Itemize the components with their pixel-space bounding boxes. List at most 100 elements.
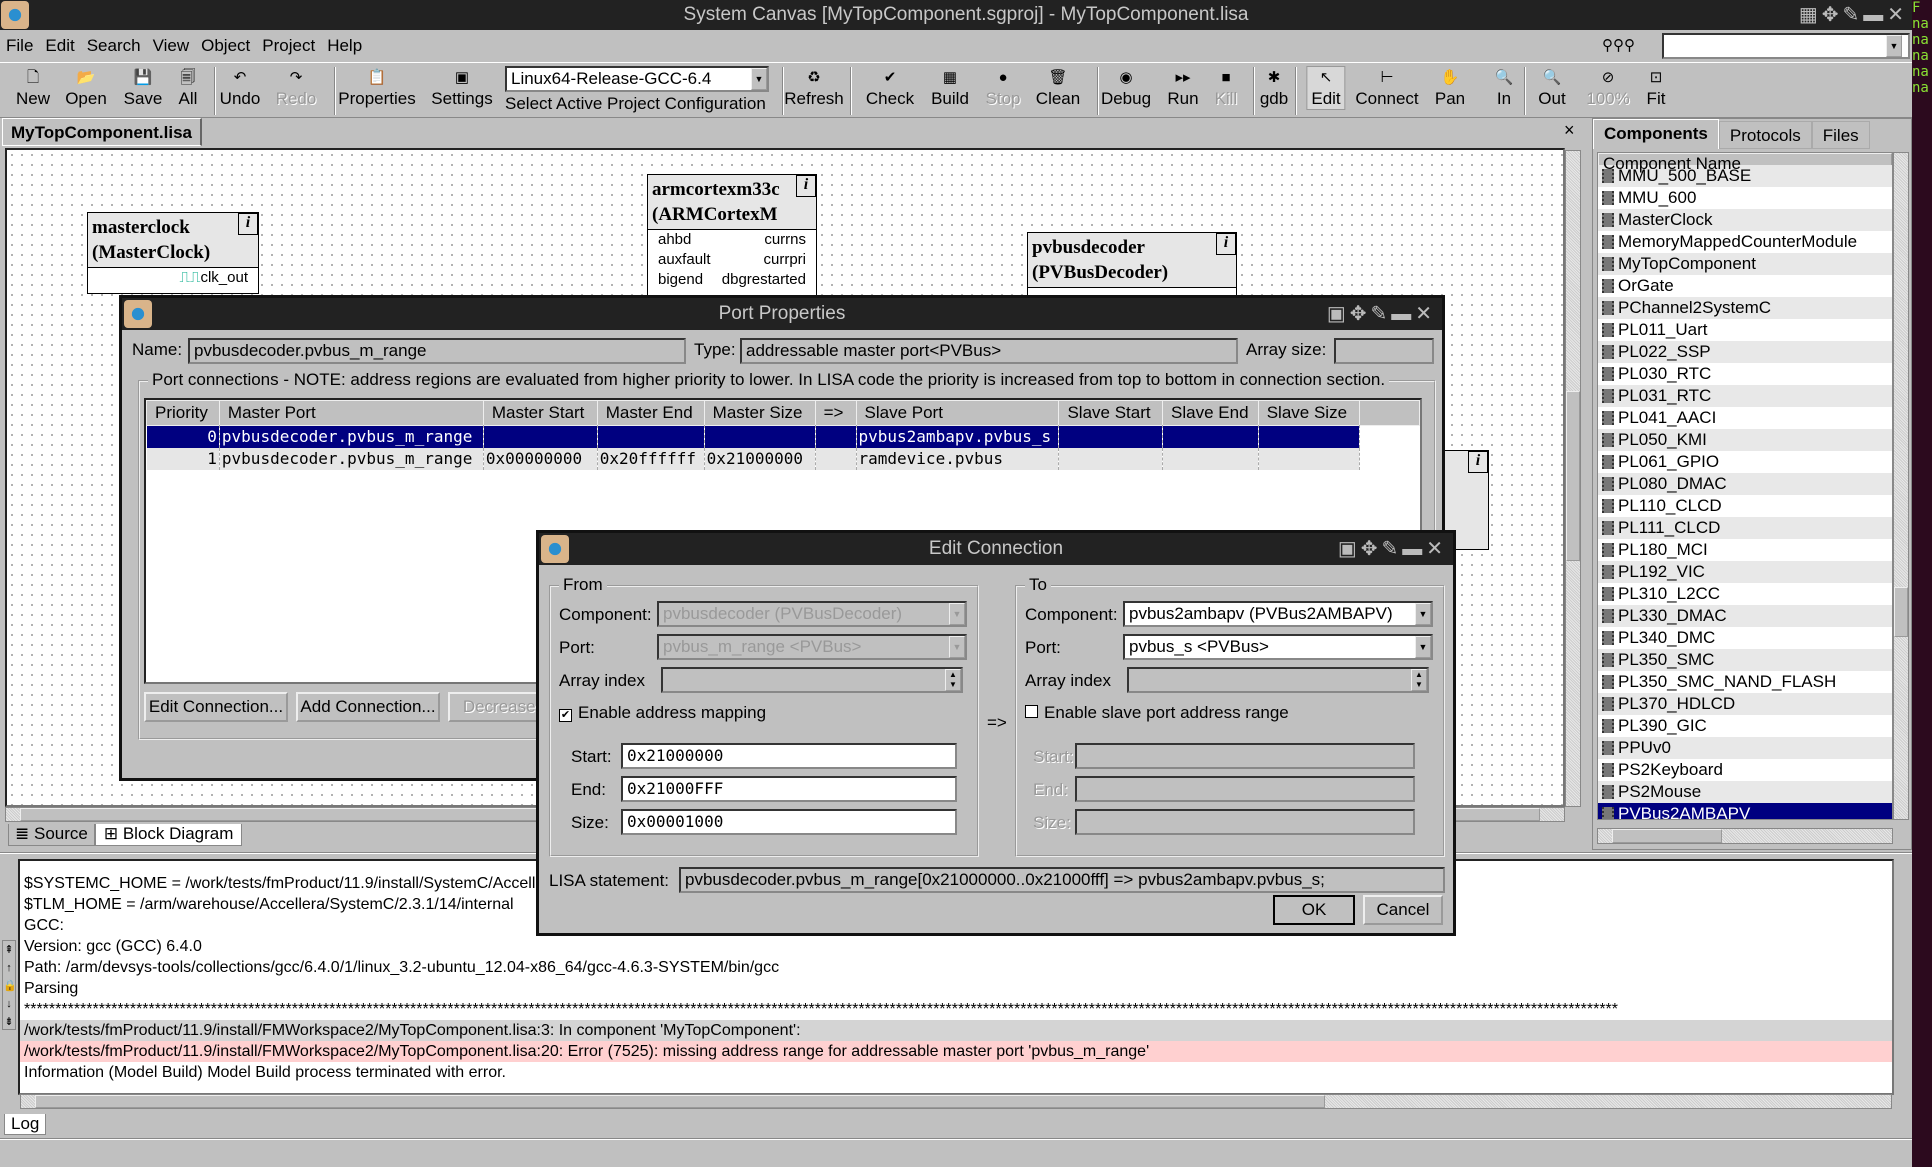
component-list-item[interactable]: PL350_SMC_NAND_FLASH <box>1598 671 1892 693</box>
port-dbgrestarted[interactable]: dbgrestarted <box>722 270 806 290</box>
component-list[interactable]: Component Name MMU_500_BASE MMU_600 Master… <box>1597 152 1893 820</box>
to-array-index-spinner[interactable]: ▲ ▼ <box>1127 667 1429 693</box>
component-list-item[interactable]: PVBus2AMBAPV <box>1598 803 1892 819</box>
info-icon[interactable]: i <box>1216 233 1236 255</box>
toolbar-button-redo[interactable]: ↷ Redo <box>276 67 317 109</box>
ok-button[interactable]: OK <box>1273 895 1355 925</box>
toolbar-button-in[interactable]: 🔍 In <box>1495 67 1514 109</box>
tab-log[interactable]: Log <box>4 1114 47 1135</box>
log-scroll-controls[interactable]: ⇞ ↑ 🔒 ↓ ⇟ <box>2 940 17 1030</box>
component-list-item[interactable]: PL022_SSP <box>1598 341 1892 363</box>
window-controls-icon[interactable]: ▣✥✎▬✕ <box>1327 298 1436 330</box>
slave-start-input[interactable] <box>1075 743 1415 769</box>
component-list-item[interactable]: PL050_KMI <box>1598 429 1892 451</box>
component-list-item[interactable]: PL031_RTC <box>1598 385 1892 407</box>
enable-slave-range-checkbox[interactable]: Enable slave port address range <box>1025 703 1289 723</box>
to-port-combo[interactable]: pvbus_s <PVBus> ▼ <box>1123 634 1433 660</box>
component-list-hscrollbar[interactable] <box>1597 828 1893 844</box>
toolbar-button-all[interactable]: 🗐 All <box>179 67 198 109</box>
component-list-item[interactable]: PL011_Uart <box>1598 319 1892 341</box>
window-controls-icon[interactable]: ▦✥✎▬✕ <box>1799 0 1908 30</box>
component-list-item[interactable]: PS2Mouse <box>1598 781 1892 803</box>
component-list-item[interactable]: MemoryMappedCounterModule <box>1598 231 1892 253</box>
toolbar-button-gdb[interactable]: ✱ gdb <box>1260 67 1288 109</box>
column-header-slave-size[interactable]: Slave Size <box>1257 400 1361 426</box>
tab-block-diagram[interactable]: ⊞ Block Diagram <box>94 824 243 846</box>
info-icon[interactable]: i <box>1468 451 1488 473</box>
block-armcortexm33c[interactable]: armcortexm33c (ARMCortexM i ahbd currns au… <box>647 174 817 304</box>
toolbar-button-new[interactable]: 🗋 New <box>16 67 50 109</box>
port-bigend[interactable]: bigend <box>658 270 703 290</box>
chevron-down-icon[interactable]: ▼ <box>1886 35 1902 57</box>
find-binoculars-icon[interactable]: ⚲⚲⚲ <box>1602 30 1635 62</box>
toolbar-button-100pct[interactable]: ⊘ 100% <box>1586 67 1629 109</box>
toolbar-button-undo[interactable]: ↶ Undo <box>220 67 261 109</box>
component-list-item[interactable]: MasterClock <box>1598 209 1892 231</box>
port-clk-out[interactable]: clk_out <box>200 268 248 288</box>
component-list-item[interactable]: PL061_GPIO <box>1598 451 1892 473</box>
column-header-master-start[interactable]: Master Start <box>482 400 598 426</box>
port-auxfault[interactable]: auxfault <box>658 250 711 270</box>
component-list-item[interactable]: PPUv0 <box>1598 737 1892 759</box>
component-list-item[interactable]: PS2Keyboard <box>1598 759 1892 781</box>
edit-connection-button[interactable]: Edit Connection... <box>144 692 288 722</box>
info-icon[interactable]: i <box>238 213 258 235</box>
toolbar-button-settings[interactable]: ▣ Settings <box>431 67 492 109</box>
component-list-item[interactable]: PL192_VIC <box>1598 561 1892 583</box>
component-list-item[interactable]: PL110_CLCD <box>1598 495 1892 517</box>
toolbar-button-pan[interactable]: ✋ Pan <box>1435 67 1465 109</box>
from-port-combo[interactable]: pvbus_m_range <PVBus> ▼ <box>657 634 967 660</box>
port-ahbd[interactable]: ahbd <box>658 230 691 250</box>
toolbar-button-debug[interactable]: ◉ Debug <box>1101 67 1151 109</box>
component-list-item[interactable]: PL330_DMAC <box>1598 605 1892 627</box>
tab-components[interactable]: Components <box>1593 119 1719 149</box>
config-combo[interactable]: Linux64-Release-GCC-6.4 ▼ <box>505 66 769 92</box>
column-header--[interactable]: => <box>814 400 857 426</box>
toolbar-button-fit[interactable]: ⊡ Fit <box>1647 67 1666 109</box>
component-list-item[interactable]: MyTopComponent <box>1598 253 1892 275</box>
column-header-master-size[interactable]: Master Size <box>703 400 816 426</box>
port-name-field[interactable]: pvbusdecoder.pvbus_m_range <box>188 338 686 364</box>
menu-object[interactable]: Object <box>201 36 250 55</box>
column-header-priority[interactable]: Priority <box>146 400 220 426</box>
column-header-slave-start[interactable]: Slave Start <box>1058 400 1164 426</box>
menu-help[interactable]: Help <box>327 36 362 55</box>
connection-row[interactable]: 0 pvbusdecoder.pvbus_m_range pvbus2ambapv.… <box>146 425 1420 448</box>
menu-file[interactable]: File <box>6 36 33 55</box>
chevron-down-icon[interactable]: ▼ <box>1415 636 1431 658</box>
to-component-combo[interactable]: pvbus2ambapv (PVBus2AMBAPV) ▼ <box>1123 601 1433 627</box>
column-header-master-end[interactable]: Master End <box>596 400 705 426</box>
component-list-item[interactable]: PL080_DMAC <box>1598 473 1892 495</box>
toolbar-button-kill[interactable]: ■ Kill <box>1215 67 1238 109</box>
component-list-item[interactable]: PL180_MCI <box>1598 539 1892 561</box>
component-list-item[interactable]: PL310_L2CC <box>1598 583 1892 605</box>
block-masterclock[interactable]: masterclock (MasterClock) i ⎍⎍ clk_out <box>87 212 259 294</box>
canvas-vertical-scrollbar[interactable] <box>1565 150 1581 807</box>
menu-edit[interactable]: Edit <box>45 36 74 55</box>
column-header-slave-port[interactable]: Slave Port <box>855 400 1060 426</box>
slave-end-input[interactable] <box>1075 776 1415 802</box>
component-list-item[interactable]: PL390_GIC <box>1598 715 1892 737</box>
port-type-field[interactable]: addressable master port<PVBus> <box>740 338 1238 364</box>
checkbox-icon[interactable] <box>1025 705 1038 718</box>
chevron-down-icon[interactable]: ▼ <box>1415 603 1431 625</box>
lisa-statement-field[interactable]: pvbusdecoder.pvbus_m_range[0x21000000..0… <box>679 867 1445 893</box>
search-combo[interactable]: ▼ <box>1662 33 1910 59</box>
array-size-field[interactable] <box>1334 338 1434 364</box>
log-horizontal-scrollbar[interactable] <box>20 1094 1892 1109</box>
toolbar-button-save[interactable]: 💾 Save <box>124 67 163 109</box>
from-component-combo[interactable]: pvbusdecoder (PVBusDecoder) ▼ <box>657 601 967 627</box>
tab-files[interactable]: Files <box>1811 121 1870 149</box>
end-address-input[interactable]: 0x21000FFF <box>621 776 957 802</box>
toolbar-button-properties[interactable]: 📋 Properties <box>338 67 415 109</box>
close-document-icon[interactable]: × <box>1564 120 1575 141</box>
component-list-item[interactable]: PL041_AACI <box>1598 407 1892 429</box>
tab-protocols[interactable]: Protocols <box>1718 121 1812 149</box>
chevron-down-icon[interactable]: ▼ <box>751 68 767 90</box>
info-icon[interactable]: i <box>796 175 816 197</box>
toolbar-button-clean[interactable]: 🗑 Clean <box>1036 67 1080 109</box>
from-array-index-spinner[interactable]: ▲ ▼ <box>661 667 963 693</box>
spinner-arrows-icon[interactable]: ▲ ▼ <box>945 669 961 691</box>
toolbar-button-refresh[interactable]: ♻ Refresh <box>784 67 844 109</box>
size-input[interactable]: 0x00001000 <box>621 809 957 835</box>
